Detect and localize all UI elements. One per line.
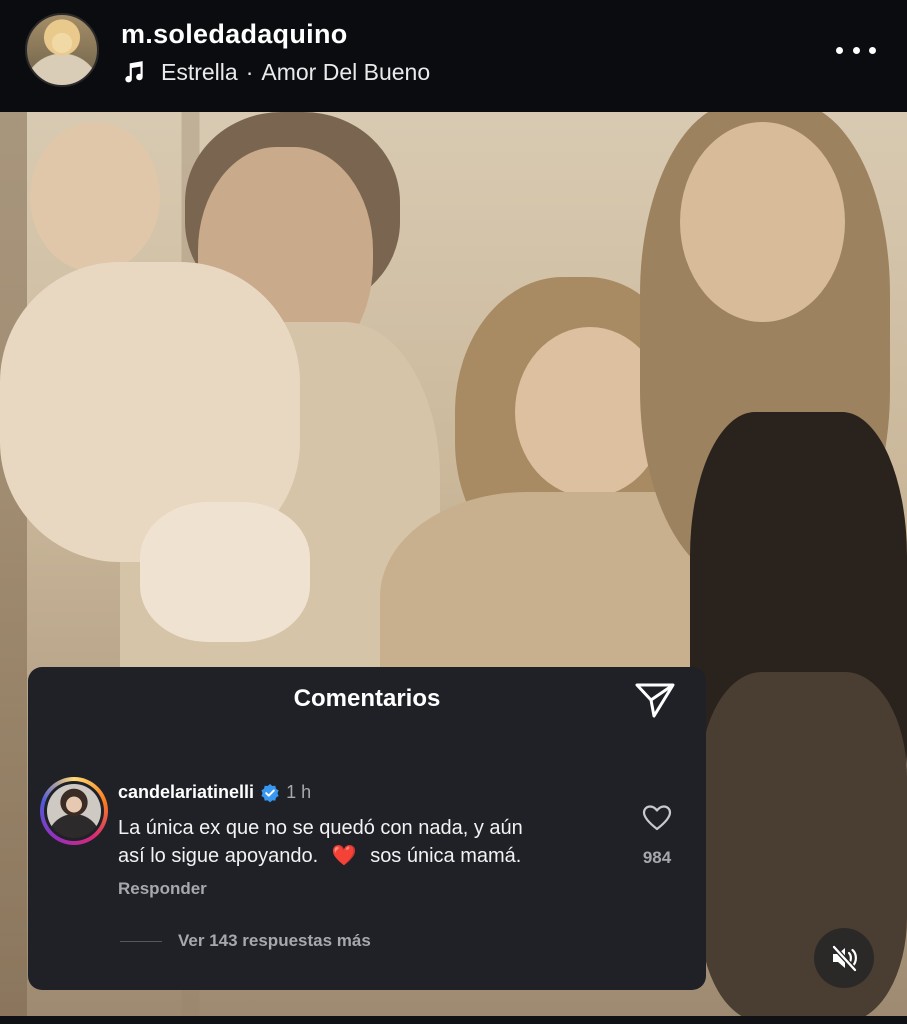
heart-outline-icon[interactable]	[642, 804, 672, 832]
song-separator: ·	[245, 58, 254, 85]
comments-title: Comentarios	[293, 685, 441, 712]
comments-panel: Comentarios candelariatinelli 1 h La úni…	[28, 667, 706, 990]
bottom-edge	[0, 1016, 907, 1024]
verified-badge-icon	[261, 783, 279, 802]
profile-username[interactable]: m.soledadaquino	[121, 19, 348, 50]
view-replies-label: Ver 143 respuestas más	[178, 931, 371, 950]
more-dot	[836, 46, 843, 54]
comment-text-part-a: así lo sigue apoyando.	[118, 845, 319, 867]
send-icon[interactable]	[634, 681, 676, 719]
commenter-username[interactable]: candelariatinelli	[118, 782, 254, 803]
post-header: m.soledadaquino Estrella · Amor Del Buen…	[0, 0, 907, 110]
more-dot	[869, 46, 876, 54]
photo-figure-baby-leg	[140, 502, 310, 642]
comment-time: 1 h	[286, 782, 312, 802]
photo-figure-baby-head	[30, 122, 160, 272]
avatar-photo	[47, 784, 101, 838]
reply-button[interactable]: Responder	[118, 879, 207, 899]
comment-text: La única ex que no se quedó con nada, y …	[118, 814, 618, 870]
avatar-ring-gap	[44, 781, 104, 841]
muted-speaker-icon	[831, 944, 858, 973]
more-dot	[852, 46, 860, 54]
comment-header: candelariatinelli 1 h	[118, 782, 311, 803]
view-replies-button[interactable]: Ver 143 respuestas más	[120, 931, 371, 951]
music-note-icon	[125, 61, 143, 83]
commenter-avatar[interactable]	[40, 777, 108, 845]
replies-divider	[120, 940, 162, 942]
audio-attribution[interactable]: Estrella · Amor Del Bueno	[121, 58, 430, 86]
mute-toggle-button[interactable]	[814, 928, 874, 988]
comment-text-line2: así lo sigue apoyando. ❤️ sos única mamá…	[118, 842, 618, 870]
heart-emoji: ❤️	[331, 845, 357, 867]
profile-avatar[interactable]	[25, 13, 99, 87]
photo-figure-mother-face	[680, 122, 845, 322]
photo-figure-mother-legs	[700, 672, 907, 1020]
song-artist: Amor Del Bueno	[261, 58, 431, 85]
like-count: 984	[642, 848, 672, 867]
comment-text-part-b: sos única mamá.	[370, 845, 522, 867]
song-title: Estrella	[161, 58, 238, 85]
more-options-button[interactable]	[836, 36, 876, 64]
comment-text-line1: La única ex que no se quedó con nada, y …	[118, 817, 523, 839]
